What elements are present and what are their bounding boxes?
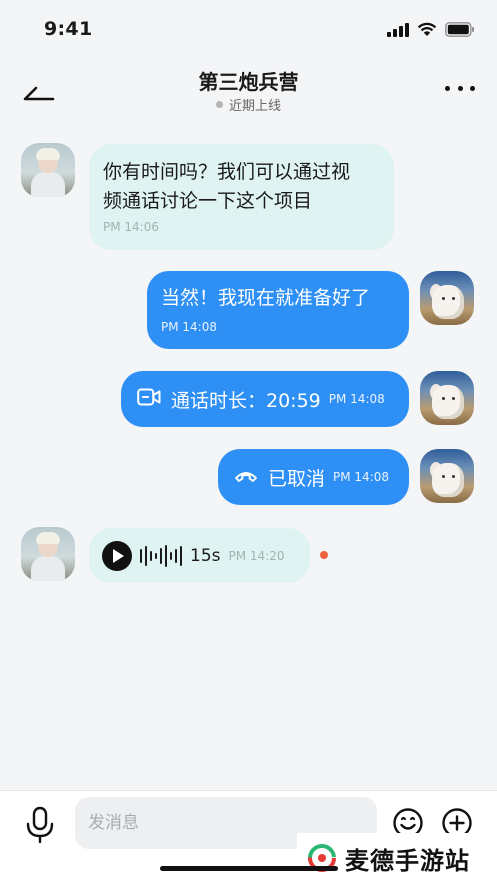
status-bar: 9:41 [0,0,497,58]
hang-up-icon [234,468,258,487]
message-bubble-outgoing[interactable]: 当然！我现在就准备好了 PM 14:08 [147,271,409,349]
online-status: 近期上线 [0,95,497,114]
divider [0,790,497,791]
play-icon[interactable] [102,540,132,571]
battery-icon [445,22,475,37]
home-indicator[interactable] [160,866,338,871]
voice-message-bubble[interactable]: 15s PM 14:20 [89,528,310,583]
video-call-record-bubble[interactable]: 通话时长：20:59 PM 14:08 [121,371,409,427]
call-duration-text: 通话时长：20:59 [171,389,321,412]
message-time: PM 14:06 [103,220,159,234]
status-icons [387,22,475,37]
unread-dot [320,551,328,559]
status-time: 9:41 [44,18,93,40]
my-avatar[interactable] [420,371,474,425]
message-text-line: 频通话讨论一下这个项目 [103,190,313,212]
message-time: PM 14:08 [333,470,390,484]
cancelled-call-bubble[interactable]: 已取消 PM 14:08 [218,449,409,505]
chat-title: 第三炮兵营 [198,70,299,94]
contact-avatar[interactable] [21,143,75,197]
message-time: PM 14:08 [161,320,217,334]
message-bubble-incoming[interactable]: 你有时间吗？我们可以通过视 频通话讨论一下这个项目 PM 14:06 [89,144,394,250]
call-cancelled-text: 已取消 [268,467,326,490]
message-text: 当然！我现在就准备好了 [161,287,371,309]
voice-duration: 15s [190,545,221,566]
cellular-signal-icon [387,22,409,37]
message-time: PM 14:08 [328,392,385,406]
watermark: 麦德手游站 [297,833,497,883]
message-text-line: 你有时间吗？我们可以通过视 [103,161,351,183]
status-text: 近期上线 [228,99,281,114]
my-avatar[interactable] [420,449,474,503]
wifi-icon [417,22,437,37]
status-dot [215,101,223,108]
more-options-icon[interactable] [445,76,475,100]
watermark-text: 麦德手游站 [345,846,470,875]
waveform-icon [140,544,182,568]
my-avatar[interactable] [420,271,474,325]
video-camera-icon [137,388,161,410]
chat-header: 第三炮兵营 近期上线 [0,58,497,120]
contact-avatar[interactable] [21,527,75,581]
microphone-icon[interactable] [22,805,58,845]
message-time: PM 14:20 [228,548,285,563]
